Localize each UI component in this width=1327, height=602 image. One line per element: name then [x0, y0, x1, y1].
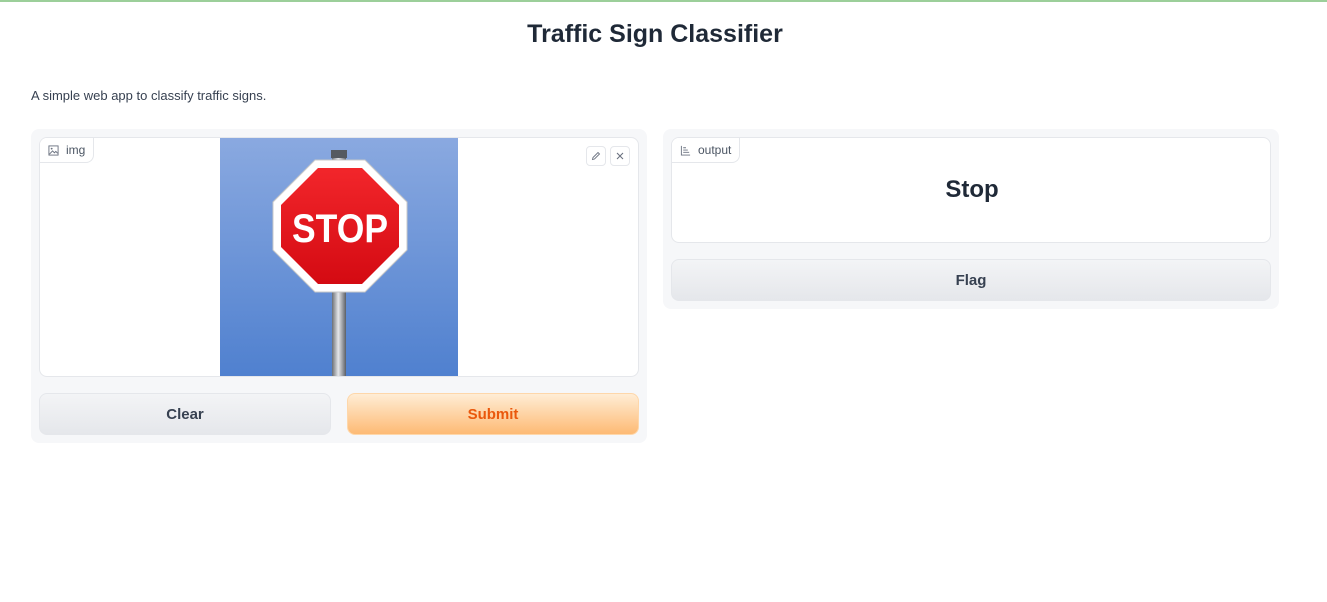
- image-tools: [586, 146, 630, 166]
- submit-button[interactable]: Submit: [347, 393, 639, 435]
- edit-image-button[interactable]: [586, 146, 606, 166]
- output-label-box: output Stop: [671, 137, 1271, 243]
- image-icon: [48, 144, 59, 156]
- pencil-icon: [591, 151, 601, 161]
- image-label-text: img: [66, 143, 86, 157]
- flag-button[interactable]: Flag: [671, 259, 1271, 301]
- input-panel: img STOP Clear Submit: [31, 129, 647, 443]
- stop-sign-text: STOP: [292, 207, 388, 251]
- top-accent-line: [0, 0, 1327, 2]
- output-panel: output Stop Flag: [663, 129, 1279, 309]
- page-title: Traffic Sign Classifier: [527, 20, 783, 48]
- image-input-label: img: [40, 138, 95, 163]
- image-input[interactable]: img STOP: [39, 137, 639, 377]
- stop-sign-image: STOP: [220, 138, 458, 376]
- app-description: A simple web app to classify traffic sig…: [31, 88, 267, 103]
- clear-button[interactable]: Clear: [39, 393, 331, 435]
- predicted-class: Stop: [945, 176, 999, 203]
- clear-image-button[interactable]: [610, 146, 630, 166]
- close-icon: [616, 152, 624, 160]
- output-label-text: output: [698, 143, 732, 157]
- label-icon: [680, 145, 691, 156]
- output-label: output: [672, 138, 741, 163]
